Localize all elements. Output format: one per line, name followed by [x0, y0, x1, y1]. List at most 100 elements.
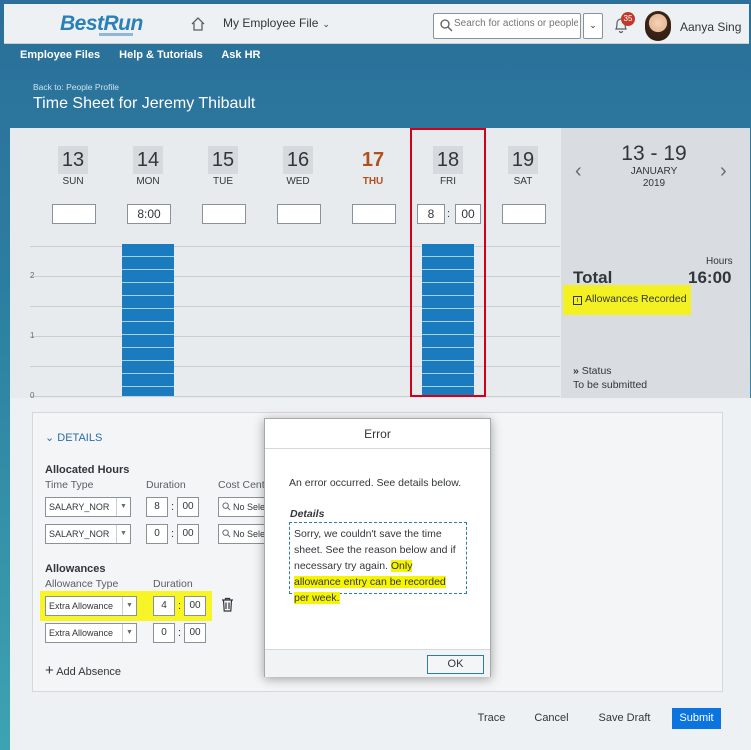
y-tick-label: 2 — [30, 271, 35, 280]
hours-label: Hours — [706, 256, 733, 267]
search-input[interactable] — [454, 18, 578, 29]
day-name: SUN — [62, 176, 84, 187]
allowance-hours-input[interactable]: 0 — [153, 623, 175, 643]
duration-hours-input[interactable]: 8 — [146, 497, 168, 517]
search-icon — [222, 529, 231, 538]
search-field[interactable] — [433, 13, 581, 39]
day-number: 13 — [58, 146, 88, 174]
shell-bar: BestRun My Employee File⌄ ⌄ 35 Aanya Sin… — [4, 4, 749, 44]
col-duration: Duration — [146, 479, 186, 491]
cost-center-input[interactable]: No Sele — [218, 497, 266, 517]
details-text: Sorry, we couldn't save the time sheet. … — [294, 528, 456, 572]
save-draft-button[interactable]: Save Draft — [592, 708, 657, 729]
hours-input-mon[interactable]: 8:00 — [127, 204, 171, 224]
day-thu[interactable]: 17 THU — [342, 128, 404, 224]
time-type-value: SALARY_NOR — [49, 502, 110, 512]
allocated-hours-title: Allocated Hours — [45, 464, 130, 476]
notification-badge: 35 — [621, 12, 635, 26]
search-icon — [440, 19, 453, 32]
y-tick-label: 1 — [30, 331, 35, 340]
col-time-type: Time Type — [45, 479, 94, 491]
nav-ask-hr[interactable]: Ask HR — [221, 49, 260, 61]
day-wed[interactable]: 16 WED — [267, 128, 329, 224]
day-number: 17 — [361, 149, 385, 171]
time-type-select[interactable]: SALARY_NOR ▼ — [45, 497, 131, 517]
status-value: To be submitted — [573, 379, 648, 391]
hours-input-tue[interactable] — [202, 204, 246, 224]
week-year: 2019 — [642, 178, 666, 189]
add-absence-label: Add Absence — [56, 666, 122, 678]
add-absence-button[interactable]: + Add Absence — [45, 662, 121, 679]
day-sun[interactable]: 13 SUN — [42, 128, 104, 224]
day-tue[interactable]: 15 TUE — [192, 128, 254, 224]
allowances-recorded-link[interactable]: i Allowances Recorded — [573, 293, 687, 305]
chevrons-right-icon: » — [573, 365, 582, 377]
dialog-message: An error occurred. See details below. — [289, 477, 462, 489]
col-allow-duration: Duration — [153, 578, 193, 590]
day-number: 16 — [283, 146, 313, 174]
caret-down-icon: ▼ — [116, 525, 130, 543]
home-icon[interactable] — [190, 16, 206, 32]
chart-bar-mon — [122, 244, 174, 396]
error-dialog: Error An error occurred. See details bel… — [264, 418, 491, 677]
avatar[interactable] — [645, 11, 671, 41]
back-link[interactable]: Back to: People Profile — [33, 82, 119, 92]
duration-minutes-input[interactable]: 00 — [177, 497, 199, 517]
next-week-icon[interactable]: › — [720, 160, 727, 183]
dialog-details-text: Sorry, we couldn't save the time sheet. … — [289, 522, 467, 604]
day-number: 14 — [133, 146, 163, 174]
details-toggle[interactable]: ⌄ DETAILS — [45, 431, 102, 444]
app-title-menu[interactable]: My Employee File ⌄ — [223, 16, 330, 30]
day-name: WED — [286, 176, 310, 187]
caret-down-icon: ▼ — [116, 498, 130, 516]
user-menu[interactable]: Aanya Sing — [680, 20, 741, 34]
trash-icon[interactable] — [221, 597, 234, 612]
time-separator: : — [171, 501, 175, 513]
trace-button[interactable]: Trace — [471, 708, 512, 729]
info-icon: i — [573, 296, 582, 305]
caret-down-icon: ▼ — [122, 597, 136, 615]
col-cost-center: Cost Cent — [218, 479, 265, 491]
submit-button[interactable]: Submit — [672, 708, 721, 729]
time-type-select[interactable]: SALARY_NOR ▼ — [45, 524, 131, 544]
cancel-button[interactable]: Cancel — [527, 708, 576, 729]
app-window: BestRun My Employee File⌄ ⌄ 35 Aanya Sin… — [0, 0, 751, 750]
chevron-down-icon: ⌄ — [322, 19, 330, 29]
friday-highlight-box — [410, 128, 486, 397]
search-scope-dropdown[interactable]: ⌄ — [583, 13, 603, 39]
day-sat[interactable]: 19 SAT — [492, 128, 554, 224]
allowance-minutes-input[interactable]: 00 — [184, 596, 206, 616]
chevron-down-icon: ⌄ — [589, 20, 597, 30]
allowance-hours-input[interactable]: 4 — [153, 596, 175, 616]
hours-input-thu[interactable] — [352, 204, 396, 224]
nav-help-tutorials[interactable]: Help & Tutorials — [119, 49, 203, 61]
nav-employee-files[interactable]: Employee Files — [20, 49, 100, 61]
day-number: 19 — [508, 146, 538, 174]
allowance-minutes-input[interactable]: 00 — [184, 623, 206, 643]
day-name: THU — [362, 176, 384, 187]
col-allowance-type: Allowance Type — [45, 578, 119, 590]
cost-center-input[interactable]: No Sele — [218, 524, 266, 544]
allowance-type-select[interactable]: Extra Allowance ▼ — [45, 596, 137, 616]
hours-input-sun[interactable] — [52, 204, 96, 224]
day-number: 15 — [208, 146, 238, 174]
time-separator: : — [171, 528, 175, 540]
duration-minutes-input[interactable]: 00 — [177, 524, 199, 544]
user-name: Aanya Sing — [680, 20, 742, 34]
time-separator: : — [178, 600, 182, 612]
hours-input-wed[interactable] — [277, 204, 321, 224]
previous-week-icon[interactable]: ‹ — [575, 160, 582, 183]
cost-center-value: No Sele — [233, 502, 266, 512]
week-month: JANUARY — [630, 166, 678, 177]
dialog-title: Error — [265, 419, 490, 449]
hours-input-sat[interactable] — [502, 204, 546, 224]
day-mon[interactable]: 14 MON 8:00 — [117, 128, 179, 224]
day-name: MON — [136, 176, 160, 187]
chevron-down-icon: ⌄ — [45, 432, 58, 444]
duration-hours-input[interactable]: 0 — [146, 524, 168, 544]
allowance-type-select[interactable]: Extra Allowance ▼ — [45, 623, 137, 643]
logo-underline — [99, 33, 133, 36]
ok-button[interactable]: OK — [427, 655, 484, 674]
day-name: SAT — [513, 176, 533, 187]
allowances-title: Allowances — [45, 563, 106, 575]
